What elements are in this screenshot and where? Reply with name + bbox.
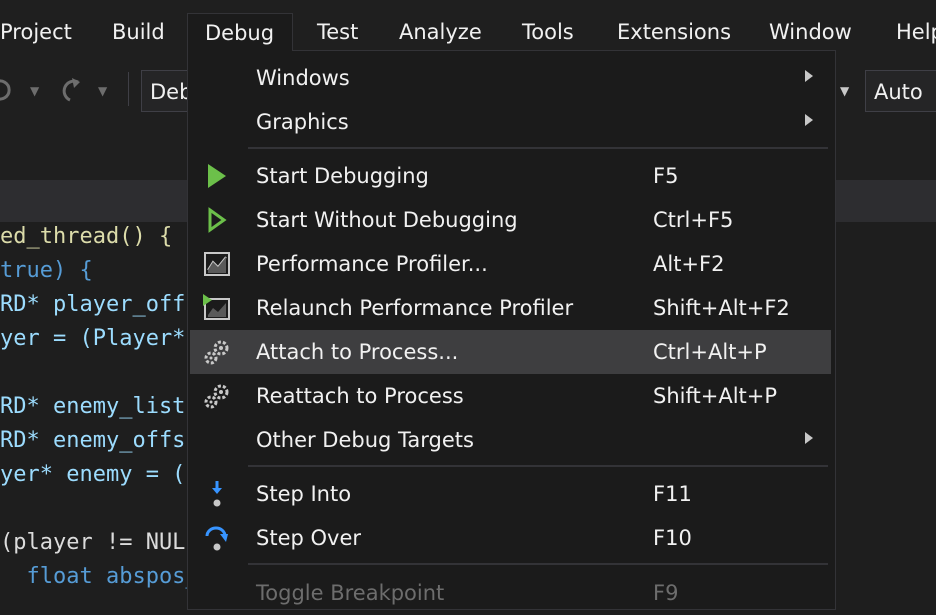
menu-item-shortcut: F5	[653, 164, 679, 188]
menu-item-windows[interactable]: Windows	[190, 56, 831, 100]
menu-window[interactable]: Window	[769, 13, 852, 51]
menu-item-label: Other Debug Targets	[256, 428, 474, 452]
menu-separator	[248, 563, 828, 565]
gears-icon	[204, 340, 229, 365]
menu-item-label: Attach to Process...	[256, 340, 459, 364]
code-line: RD* enemy_offs	[0, 428, 186, 453]
menu-item-shortcut: Shift+Alt+F2	[653, 296, 790, 320]
menu-item-shortcut: Shift+Alt+P	[653, 384, 778, 408]
menu-item-label: Start Debugging	[256, 164, 429, 188]
menu-help[interactable]: Help	[896, 13, 936, 51]
menu-item-shortcut: Ctrl+F5	[653, 208, 734, 232]
menu-item-shortcut: Ctrl+Alt+P	[653, 340, 767, 364]
menu-item-shortcut: F9	[653, 581, 679, 605]
menu-extensions[interactable]: Extensions	[617, 13, 731, 51]
toolbar-separator	[128, 72, 129, 106]
redo-icon[interactable]	[58, 74, 86, 104]
gears-icon	[204, 384, 229, 409]
menu-item-label: Graphics	[256, 110, 349, 134]
menu-item-other-debug-targets[interactable]: Other Debug Targets	[190, 418, 831, 462]
menu-separator	[248, 147, 828, 149]
menu-test[interactable]: Test	[317, 13, 358, 51]
menu-item-performance-profiler[interactable]: Performance Profiler... Alt+F2	[190, 242, 831, 286]
menu-item-step-over[interactable]: Step Over F10	[190, 516, 831, 560]
menu-item-shortcut: F10	[653, 526, 692, 550]
menu-analyze[interactable]: Analyze	[399, 13, 482, 51]
menu-item-label: Start Without Debugging	[256, 208, 518, 232]
combo-caret-icon[interactable]: ▼	[840, 84, 849, 98]
menu-item-label: Relaunch Performance Profiler	[256, 296, 574, 320]
menu-item-label: Toggle Breakpoint	[256, 581, 445, 605]
debug-menu-dropdown: Windows Graphics Start Debugging F5 Star…	[187, 50, 836, 610]
menu-item-step-into[interactable]: Step Into F11	[190, 472, 831, 516]
code-line: yer = (Player*	[0, 326, 186, 351]
menu-item-start-debugging[interactable]: Start Debugging F5	[190, 154, 831, 198]
menu-separator	[248, 465, 828, 467]
menu-item-label: Reattach to Process	[256, 384, 464, 408]
step-into-icon	[212, 481, 222, 507]
menu-item-label: Step Over	[256, 526, 361, 550]
menu-item-attach-to-process[interactable]: Attach to Process... Ctrl+Alt+P	[190, 330, 831, 374]
menu-item-start-without-debugging[interactable]: Start Without Debugging Ctrl+F5	[190, 198, 831, 242]
code-line: float abspos_	[0, 564, 199, 589]
menu-debug[interactable]: Debug	[187, 13, 293, 51]
code-line: RD* enemy_list	[0, 394, 186, 419]
undo-icon[interactable]	[0, 74, 16, 104]
menu-item-reattach-to-process[interactable]: Reattach to Process Shift+Alt+P	[190, 374, 831, 418]
redo-dropdown-caret-icon[interactable]: ▼	[98, 84, 107, 98]
menu-build[interactable]: Build	[112, 13, 165, 51]
menu-item-relaunch-performance-profiler[interactable]: Relaunch Performance Profiler Shift+Alt+…	[190, 286, 831, 330]
menu-item-shortcut: Alt+F2	[653, 252, 725, 276]
code-line: yer* enemy = (	[0, 462, 186, 487]
submenu-arrow-icon	[805, 114, 813, 126]
code-line: true) {	[0, 258, 93, 283]
play-outline-icon	[208, 207, 227, 233]
menu-item-label: Windows	[256, 66, 350, 90]
menu-project[interactable]: Project	[0, 13, 72, 51]
step-over-icon	[205, 526, 228, 551]
menu-item-label: Performance Profiler...	[256, 252, 488, 276]
platform-combo[interactable]: Auto	[865, 70, 936, 112]
submenu-arrow-icon	[805, 70, 813, 82]
menu-tools[interactable]: Tools	[522, 13, 574, 51]
code-line: (player != NUL	[0, 530, 186, 555]
relaunch-profiler-icon	[203, 294, 230, 320]
play-filled-icon	[208, 164, 226, 188]
code-line: RD* player_off	[0, 292, 186, 317]
undo-dropdown-caret-icon[interactable]: ▼	[30, 84, 39, 98]
code-line: ed_thread() {	[0, 224, 173, 249]
menu-item-toggle-breakpoint[interactable]: Toggle Breakpoint F9	[190, 571, 831, 615]
performance-chart-icon	[204, 252, 230, 276]
menu-item-graphics[interactable]: Graphics	[190, 100, 831, 144]
menu-item-shortcut: F11	[653, 482, 692, 506]
submenu-arrow-icon	[805, 432, 813, 444]
menu-item-label: Step Into	[256, 482, 352, 506]
